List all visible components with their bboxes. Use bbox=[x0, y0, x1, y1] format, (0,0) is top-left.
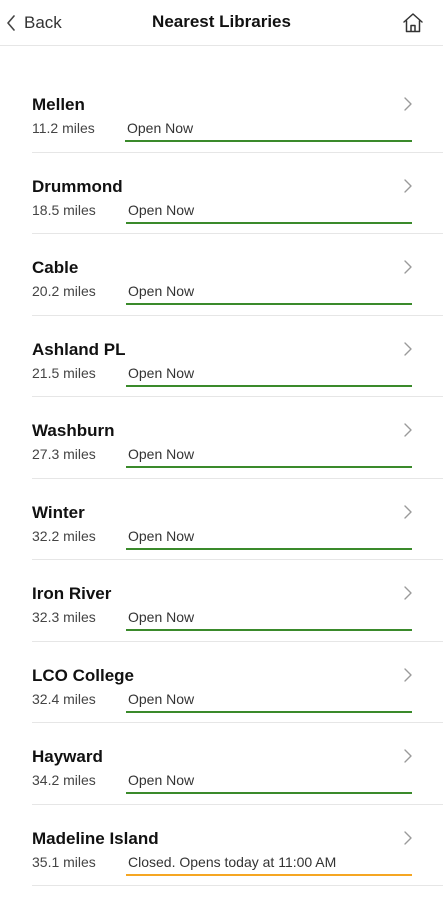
library-name: Winter bbox=[32, 502, 85, 522]
library-row[interactable]: Mellen 11.2 miles Open Now bbox=[32, 71, 443, 153]
library-name: LCO College bbox=[32, 665, 135, 685]
library-name: Mellen bbox=[32, 95, 85, 114]
status-underline bbox=[126, 710, 412, 713]
library-status: Open Now bbox=[128, 609, 195, 625]
chevron-right-icon bbox=[404, 504, 412, 519]
library-distance: 20.2 miles bbox=[32, 283, 96, 299]
status-underline bbox=[126, 466, 412, 468]
library-row[interactable]: Drummond 18.5 miles Open Now bbox=[32, 153, 443, 234]
library-name: Drummond bbox=[32, 176, 123, 196]
library-status: Open Now bbox=[128, 364, 195, 381]
library-status: Open Now bbox=[128, 772, 195, 788]
chevron-right-icon bbox=[404, 97, 412, 111]
library-status: Open Now bbox=[128, 690, 195, 707]
home-icon[interactable] bbox=[401, 11, 425, 35]
library-distance: 32.2 miles bbox=[32, 527, 96, 544]
chevron-right-icon bbox=[404, 749, 412, 763]
library-distance: 27.3 miles bbox=[32, 446, 96, 462]
library-distance: 32.4 miles bbox=[32, 690, 96, 707]
library-status: Open Now bbox=[128, 446, 195, 462]
status-underline bbox=[126, 792, 412, 794]
library-name: Madeline Island bbox=[32, 828, 159, 848]
status-underline bbox=[126, 384, 412, 387]
library-status: Closed. Opens today at 11:00 AM bbox=[128, 853, 337, 870]
chevron-right-icon bbox=[404, 178, 412, 193]
library-row[interactable]: Washburn 27.3 miles Open Now bbox=[32, 397, 443, 479]
library-distance: 34.2 miles bbox=[32, 772, 96, 788]
status-underline bbox=[126, 547, 412, 550]
page-title: Nearest Libraries bbox=[152, 12, 291, 31]
library-status: Open Now bbox=[128, 527, 195, 544]
status-underline bbox=[126, 629, 412, 631]
library-list: Mellen 11.2 miles Open Now Drummond 18.5 mil… bbox=[0, 71, 443, 886]
chevron-right-icon bbox=[404, 341, 412, 356]
library-row[interactable]: Madeline Island 35.1 miles Closed. Opens t… bbox=[32, 805, 443, 886]
library-row[interactable]: Cable 20.2 miles Open Now bbox=[32, 234, 443, 316]
library-row[interactable]: Hayward 34.2 miles Open Now bbox=[32, 723, 443, 805]
chevron-right-icon bbox=[404, 586, 412, 600]
library-name: Cable bbox=[32, 258, 79, 277]
library-distance: 35.1 miles bbox=[32, 853, 96, 870]
chevron-right-icon bbox=[404, 260, 412, 274]
library-status: Open Now bbox=[128, 201, 195, 218]
status-underline bbox=[126, 221, 412, 224]
chevron-right-icon bbox=[404, 667, 412, 682]
chevron-right-icon bbox=[404, 830, 412, 845]
library-status: Open Now bbox=[127, 120, 194, 136]
nav-bar: Back Nearest Libraries bbox=[0, 0, 443, 46]
library-row[interactable]: Ashland PL 21.5 miles Open Now bbox=[32, 316, 443, 397]
status-underline bbox=[125, 140, 412, 142]
library-distance: 18.5 miles bbox=[32, 201, 96, 218]
library-row[interactable]: Winter 32.2 miles Open Now bbox=[32, 479, 443, 560]
library-distance: 11.2 miles bbox=[32, 120, 95, 136]
library-row[interactable]: LCO College 32.4 miles Open Now bbox=[32, 642, 443, 723]
library-row[interactable]: Iron River 32.3 miles Open Now bbox=[32, 560, 443, 642]
chevron-right-icon bbox=[404, 423, 412, 437]
library-name: Iron River bbox=[32, 584, 112, 603]
status-underline bbox=[126, 303, 412, 305]
library-status: Open Now bbox=[128, 283, 195, 299]
library-name: Hayward bbox=[32, 747, 103, 766]
library-distance: 21.5 miles bbox=[32, 364, 96, 381]
status-underline bbox=[126, 873, 412, 876]
library-name: Washburn bbox=[32, 421, 115, 440]
library-distance: 32.3 miles bbox=[32, 609, 96, 625]
library-name: Ashland PL bbox=[32, 339, 126, 359]
